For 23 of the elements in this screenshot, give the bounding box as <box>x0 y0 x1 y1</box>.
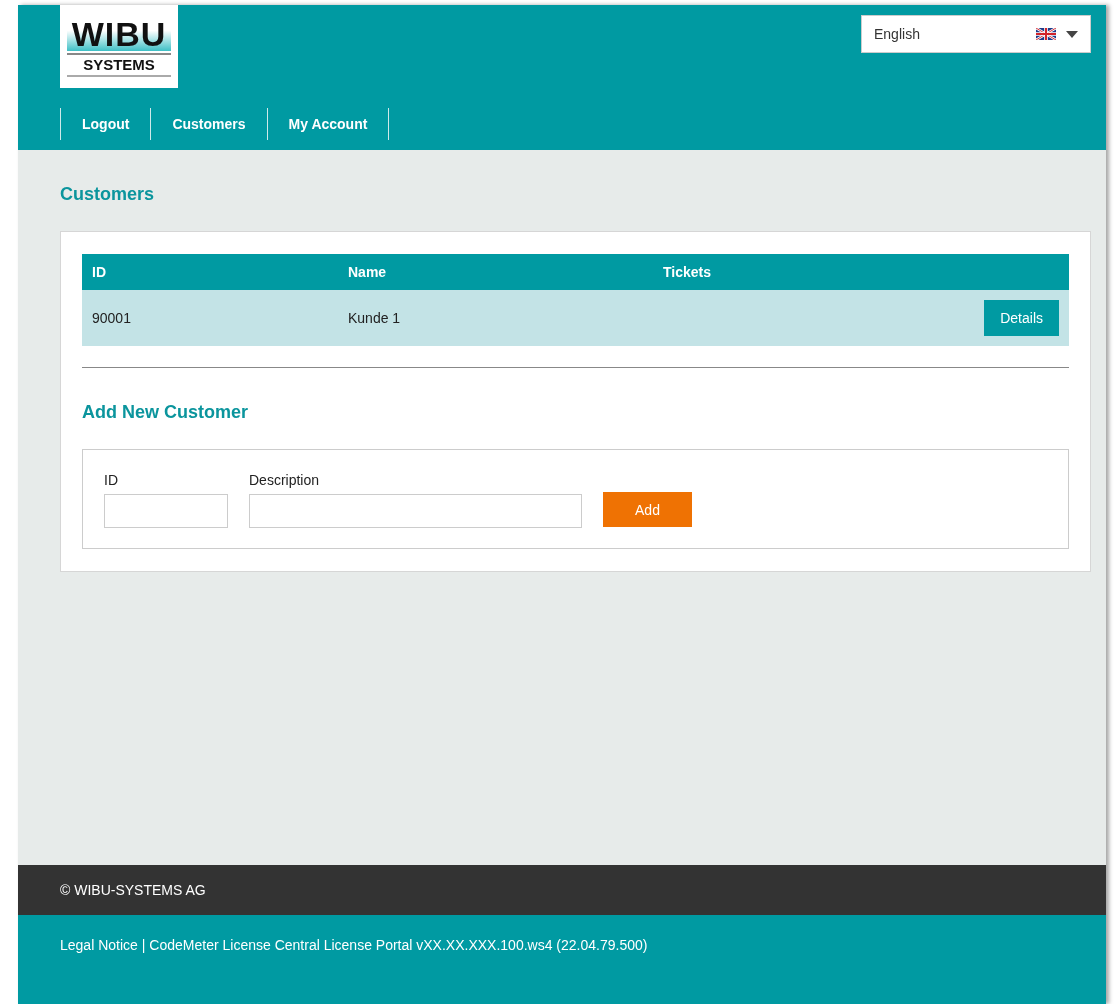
column-header: ID <box>91 264 107 280</box>
nav-link[interactable]: Customers <box>150 108 267 140</box>
input-field[interactable] <box>104 494 228 528</box>
language-select[interactable]: English <box>861 15 1091 53</box>
add-button[interactable]: Add <box>603 492 692 527</box>
nav-link[interactable]: My Account <box>266 108 390 140</box>
section-title: Add New Customer <box>82 402 250 423</box>
copyright-text: © WIBU-SYSTEMS AG <box>60 882 206 898</box>
input-field[interactable] <box>249 494 582 528</box>
table-cell: Kunde 1 <box>348 310 401 326</box>
field-label: ID <box>104 472 119 488</box>
version-text: | CodeMeter License Central License Portal vXX.XX.XXX.100.ws4 (22.04.79.500) <box>141 937 648 953</box>
caret-icon <box>1066 30 1078 38</box>
company-logo: WIBU SYSTEMS <box>60 5 178 88</box>
column-header: Tickets <box>662 264 712 280</box>
legal-notice-link[interactable]: Legal Notice <box>60 937 138 953</box>
table-cell: 90001 <box>92 310 131 326</box>
page-title: Customers <box>60 184 156 205</box>
details-button[interactable]: Details <box>984 300 1059 336</box>
nav-link[interactable]: Logout <box>60 108 151 140</box>
field-label: Description <box>249 472 321 488</box>
uk-flag-icon <box>1036 28 1056 40</box>
column-header: Name <box>347 264 388 280</box>
